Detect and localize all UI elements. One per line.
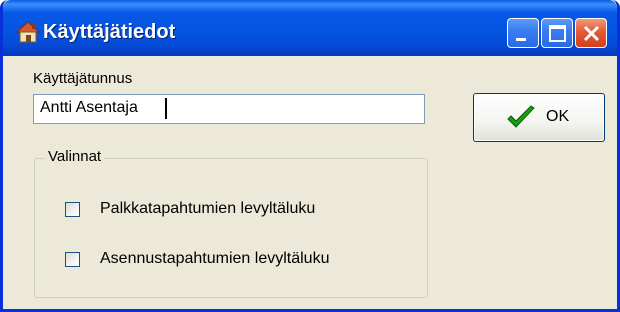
dialog-window: Käyttäjätiedot Käyttäjätunnus Antti Asen… xyxy=(0,0,620,312)
checkbox-label-palkkatapahtumat: Palkkatapahtumien levyltäluku xyxy=(100,200,316,217)
checkbox-asennustapahtumat[interactable] xyxy=(65,252,80,267)
username-input-value: Antti Asentaja xyxy=(40,99,138,116)
ok-button-label: OK xyxy=(546,108,570,125)
maximize-button[interactable] xyxy=(541,18,573,48)
options-group-title: Valinnat xyxy=(45,148,105,165)
ok-button[interactable]: OK xyxy=(473,93,605,142)
options-groupbox xyxy=(34,158,428,298)
house-icon xyxy=(15,20,41,44)
minimize-button[interactable] xyxy=(507,18,539,48)
text-caret xyxy=(165,98,167,119)
green-checkmark-icon xyxy=(506,105,536,136)
username-label: Käyttäjätunnus xyxy=(33,70,133,87)
checkbox-label-asennustapahtumat: Asennustapahtumien levyltäluku xyxy=(100,250,330,267)
checkbox-palkkatapahtumat[interactable] xyxy=(65,202,80,217)
close-button[interactable] xyxy=(575,18,607,48)
title-bar[interactable]: Käyttäjätiedot xyxy=(3,0,617,56)
window-title: Käyttäjätiedot xyxy=(43,21,176,43)
